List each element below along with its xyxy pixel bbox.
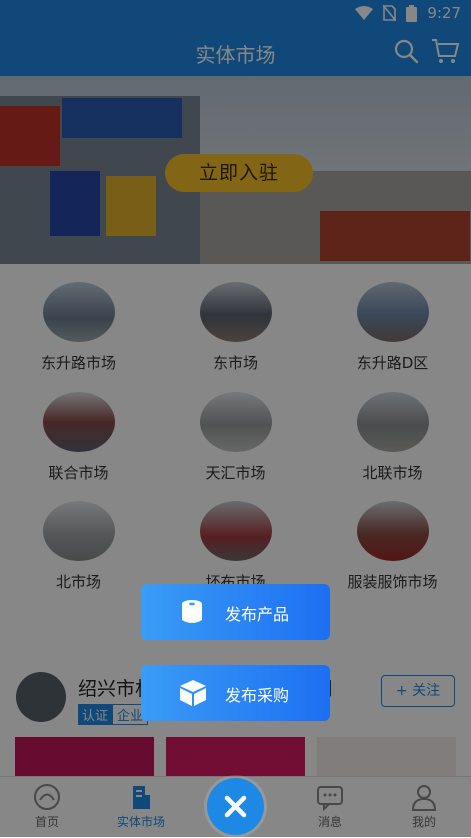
close-icon	[224, 795, 247, 818]
publish-purchase-label: 发布采购	[225, 686, 290, 705]
box-icon	[180, 680, 206, 706]
fabric-roll-icon	[182, 600, 202, 623]
publish-product-label: 发布产品	[225, 605, 290, 624]
publish-purchase-button[interactable]: 发布采购	[141, 665, 330, 721]
close-publish-button[interactable]	[207, 778, 264, 835]
publish-product-button[interactable]: 发布产品	[141, 584, 330, 640]
